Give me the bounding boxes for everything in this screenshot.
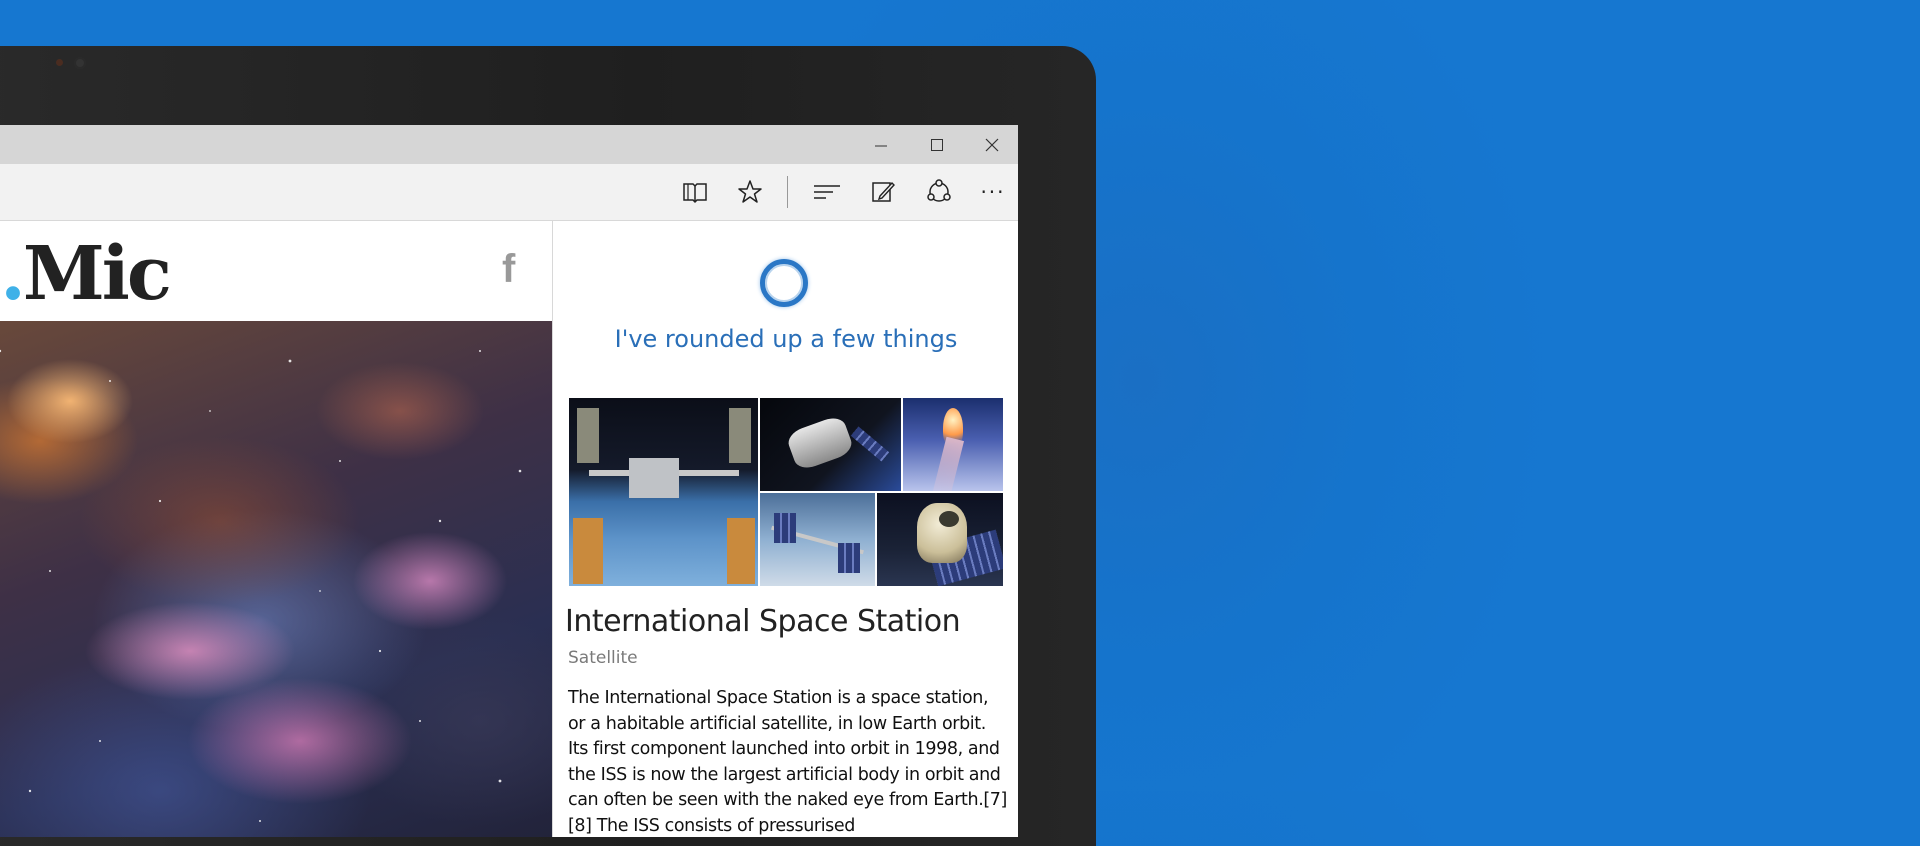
laptop-bezel: ··· e.Mic f bbox=[0, 46, 1096, 846]
image-gallery bbox=[569, 398, 1003, 586]
hub-button[interactable] bbox=[808, 173, 846, 211]
share-button[interactable] bbox=[920, 173, 958, 211]
minimize-button[interactable] bbox=[853, 125, 909, 164]
web-page: e.Mic f bbox=[0, 221, 552, 837]
gallery-image-iss-orbit[interactable] bbox=[760, 493, 875, 586]
toolbar-separator bbox=[787, 176, 788, 208]
facebook-icon[interactable]: f bbox=[502, 247, 515, 292]
hero-image-nebula bbox=[0, 321, 552, 837]
web-note-icon bbox=[872, 181, 895, 202]
reading-view-icon bbox=[683, 183, 707, 204]
webcam-lens bbox=[74, 57, 86, 69]
reading-view-button[interactable] bbox=[676, 173, 714, 211]
hub-icon bbox=[814, 185, 840, 199]
cortana-panel: I've rounded up a few things Internation… bbox=[552, 221, 1018, 837]
web-note-button[interactable] bbox=[864, 173, 902, 211]
more-button[interactable]: ··· bbox=[974, 173, 1012, 211]
browser-window: ··· e.Mic f bbox=[0, 125, 1018, 837]
share-icon bbox=[927, 179, 951, 202]
browser-toolbar: ··· bbox=[0, 164, 1018, 221]
close-icon bbox=[985, 138, 999, 151]
favorite-button[interactable] bbox=[731, 173, 769, 211]
cortana-icon[interactable] bbox=[760, 259, 808, 307]
gallery-image-spacecraft[interactable] bbox=[760, 398, 901, 491]
title-bar bbox=[0, 125, 1018, 164]
entity-description: The International Space Station is a spa… bbox=[568, 688, 1007, 836]
gallery-image-iss-earth[interactable] bbox=[569, 398, 758, 586]
star-field bbox=[0, 349, 522, 822]
more-icon: ··· bbox=[980, 180, 1006, 204]
gallery-image-astronaut[interactable] bbox=[877, 493, 1003, 586]
cortana-message: I've rounded up a few things bbox=[614, 325, 958, 353]
favorite-star-icon bbox=[738, 180, 762, 203]
maximize-icon bbox=[931, 138, 943, 151]
close-button[interactable] bbox=[964, 125, 1018, 164]
entity-title[interactable]: International Space Station bbox=[565, 604, 961, 639]
maximize-button[interactable] bbox=[909, 125, 965, 164]
site-header: e.Mic f bbox=[0, 221, 552, 321]
site-logo[interactable]: e.Mic bbox=[0, 231, 172, 317]
gallery-image-rocket-launch[interactable] bbox=[903, 398, 1003, 491]
camera-sensor bbox=[56, 59, 63, 66]
entity-subtitle: Satellite bbox=[568, 648, 638, 668]
minimize-icon bbox=[875, 145, 887, 146]
